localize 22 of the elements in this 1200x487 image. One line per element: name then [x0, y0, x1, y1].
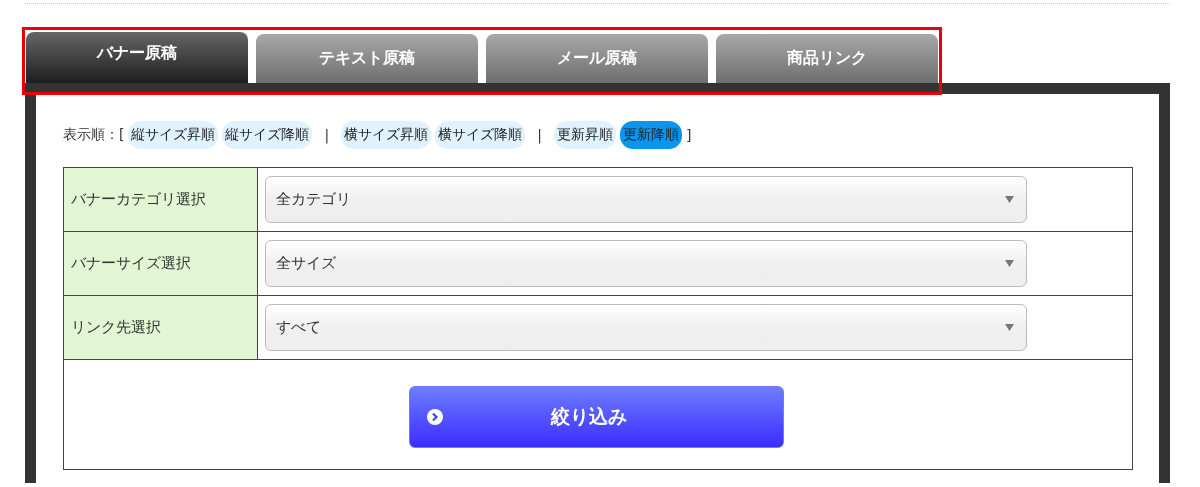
- chevron-circle-icon: [426, 409, 443, 425]
- sort-bracket: ]: [685, 127, 692, 143]
- select-dropdown[interactable]: すべて: [265, 304, 1027, 351]
- sort-option[interactable]: 縦サイズ昇順: [128, 121, 219, 149]
- sort-label: 表示順：[: [63, 126, 125, 144]
- sort-option[interactable]: 縦サイズ降順: [222, 121, 313, 149]
- sort-option[interactable]: 更新降順: [619, 121, 682, 149]
- dropdown-caret-icon: [1005, 324, 1014, 331]
- select-dropdown[interactable]: 全カテゴリ: [265, 176, 1027, 223]
- dropdown-caret-icon: [1005, 260, 1014, 267]
- filter-label: リンク先選択: [64, 296, 258, 359]
- filter-label: バナーサイズ選択: [64, 232, 258, 295]
- sort-option[interactable]: 横サイズ昇順: [341, 121, 432, 149]
- select-dropdown[interactable]: 全サイズ: [265, 240, 1027, 287]
- sort-option[interactable]: 横サイズ降順: [435, 121, 526, 149]
- separator-text: |: [324, 127, 330, 143]
- sort-option[interactable]: 更新昇順: [553, 121, 616, 149]
- separator-text: |: [537, 127, 542, 143]
- filter-label: バナーカテゴリ選択: [64, 168, 258, 231]
- dropdown-caret-icon: [1005, 196, 1014, 203]
- tab[interactable]: バナー原稿: [26, 32, 248, 83]
- filter-button[interactable]: 絞り込み: [408, 386, 784, 448]
